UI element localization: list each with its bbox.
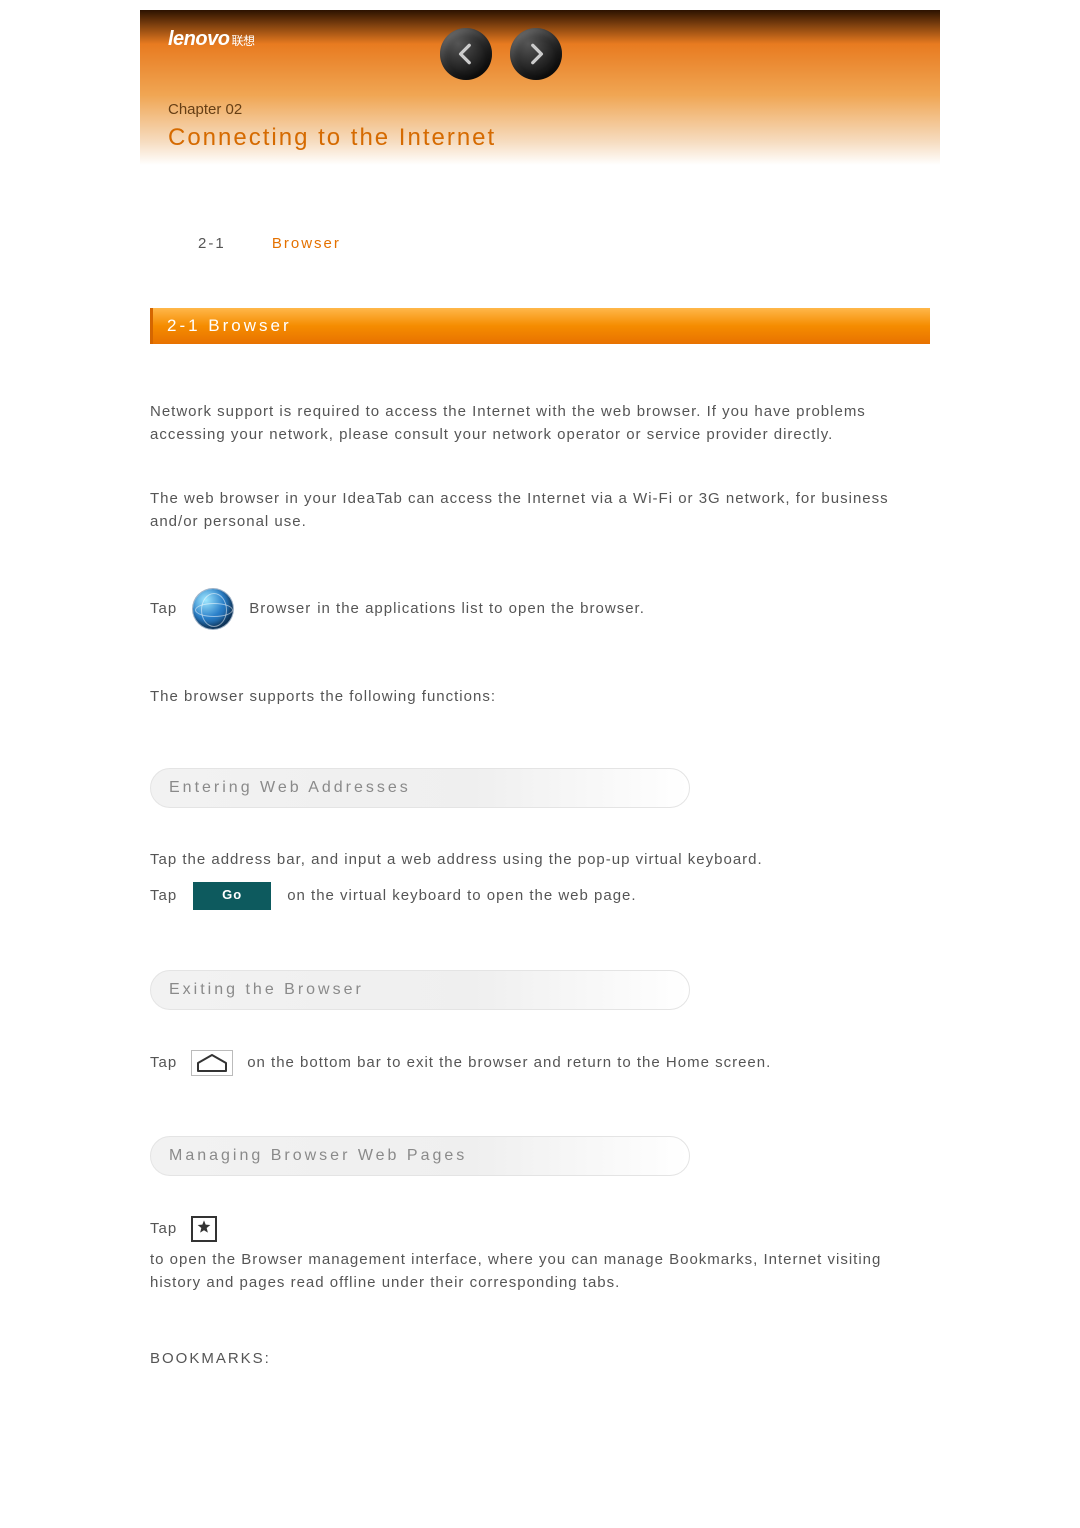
bookmarks-heading: BOOKMARKS: <box>150 1350 930 1367</box>
text: to open the Browser management interface… <box>150 1248 930 1295</box>
browser-globe-icon <box>193 589 233 629</box>
paragraph: Tap to open the Browser management inter… <box>150 1216 930 1295</box>
home-icon <box>191 1050 233 1076</box>
subheading: Managing Browser Web Pages <box>150 1136 690 1176</box>
text: Tap <box>150 1217 177 1240</box>
toc: 2-1 Browser <box>198 235 930 252</box>
paragraph: Tap Go on the virtual keyboard to open t… <box>150 882 930 910</box>
text: Tap <box>150 597 177 620</box>
chapter-label: Chapter 02 <box>168 101 912 118</box>
prev-button[interactable] <box>440 28 492 80</box>
text: Tap <box>150 884 177 907</box>
paragraph: The web browser in your IdeaTab can acce… <box>150 487 930 534</box>
next-button[interactable] <box>510 28 562 80</box>
toc-item-num: 2-1 <box>198 235 226 252</box>
paragraph: Tap Browser in the applications list to … <box>150 589 930 629</box>
text: in the applications list to open the bro… <box>317 597 645 620</box>
chapter-title: Connecting to the Internet <box>168 124 912 152</box>
toc-item-link[interactable]: Browser <box>272 235 341 252</box>
logo-cn: 联想 <box>231 34 254 48</box>
text: on the bottom bar to exit the browser an… <box>247 1051 771 1074</box>
hero-banner: lenovo联想 Chapter 02 Connecting to the In… <box>140 10 940 165</box>
subheading: Exiting the Browser <box>150 970 690 1010</box>
bookmark-star-icon <box>191 1216 217 1242</box>
subheading: Entering Web Addresses <box>150 768 690 808</box>
text: Browser <box>249 597 311 620</box>
text: Tap <box>150 1051 177 1074</box>
go-button-icon: Go <box>193 882 271 910</box>
chevron-right-icon <box>523 41 549 67</box>
paragraph: Tap on the bottom bar to exit the browse… <box>150 1050 930 1076</box>
chevron-left-icon <box>453 41 479 67</box>
paragraph: Network support is required to access th… <box>150 400 930 447</box>
paragraph: Tap the address bar, and input a web add… <box>150 848 930 871</box>
text: on the virtual keyboard to open the web … <box>287 884 636 907</box>
logo-brand: lenovo <box>168 28 229 50</box>
paragraph: The browser supports the following funct… <box>150 685 930 708</box>
section-heading: 2-1 Browser <box>150 308 930 344</box>
